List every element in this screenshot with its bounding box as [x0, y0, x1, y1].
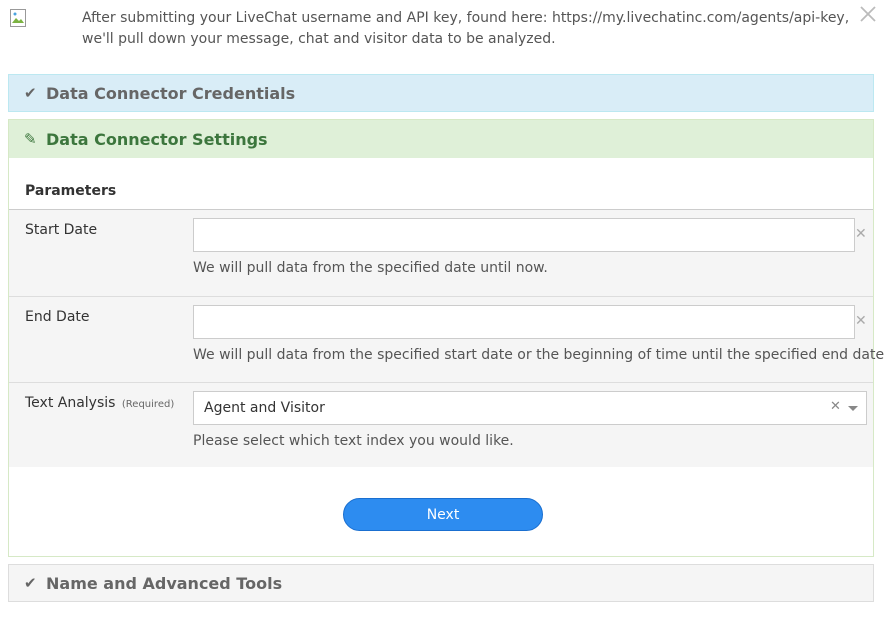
advanced-title: Name and Advanced Tools [46, 573, 283, 593]
pencil-icon: ✎ [24, 130, 37, 148]
text-analysis-label: Text Analysis (Required) [25, 395, 174, 411]
text-analysis-row: Text Analysis (Required) Agent and Visit… [9, 383, 873, 467]
intro-header: After submitting your LiveChat username … [0, 0, 885, 70]
text-analysis-selected-value: Agent and Visitor [204, 400, 325, 416]
end-date-label: End Date [25, 309, 90, 325]
text-analysis-label-text: Text Analysis [25, 395, 116, 411]
next-button[interactable]: Next [343, 498, 543, 531]
select-clear-icon[interactable]: ✕ [830, 399, 841, 414]
advanced-section-header[interactable]: ✔ Name and Advanced Tools [8, 564, 874, 602]
end-date-clear-icon[interactable]: ✕ [855, 313, 867, 329]
check-icon: ✔ [24, 84, 37, 102]
settings-section-header[interactable]: ✎ Data Connector Settings [8, 119, 874, 159]
chevron-down-icon[interactable] [848, 406, 858, 411]
end-date-input[interactable] [193, 305, 855, 339]
settings-panel: Parameters Start Date ✕ We will pull dat… [8, 158, 884, 557]
start-date-label: Start Date [25, 222, 98, 238]
end-date-help: We will pull data from the specified sta… [193, 347, 885, 363]
start-date-help: We will pull data from the specified dat… [193, 260, 548, 276]
required-marker: (Required) [121, 399, 175, 410]
broken-image-icon [10, 9, 26, 27]
settings-title: Data Connector Settings [46, 129, 268, 149]
end-date-row: End Date ✕ We will pull data from the sp… [9, 297, 884, 383]
start-date-clear-icon[interactable]: ✕ [855, 226, 867, 242]
text-analysis-select[interactable]: Agent and Visitor ✕ [193, 391, 867, 425]
check-icon: ✔ [24, 574, 37, 592]
intro-text: After submitting your LiveChat username … [82, 10, 850, 47]
text-analysis-help: Please select which text index you would… [193, 433, 514, 449]
start-date-row: Start Date ✕ We will pull data from the … [9, 210, 873, 297]
start-date-input[interactable] [193, 218, 855, 252]
credentials-section-header[interactable]: ✔ Data Connector Credentials [8, 74, 874, 112]
parameters-heading: Parameters [25, 183, 117, 199]
credentials-title: Data Connector Credentials [46, 83, 296, 103]
close-icon[interactable] [857, 3, 879, 25]
